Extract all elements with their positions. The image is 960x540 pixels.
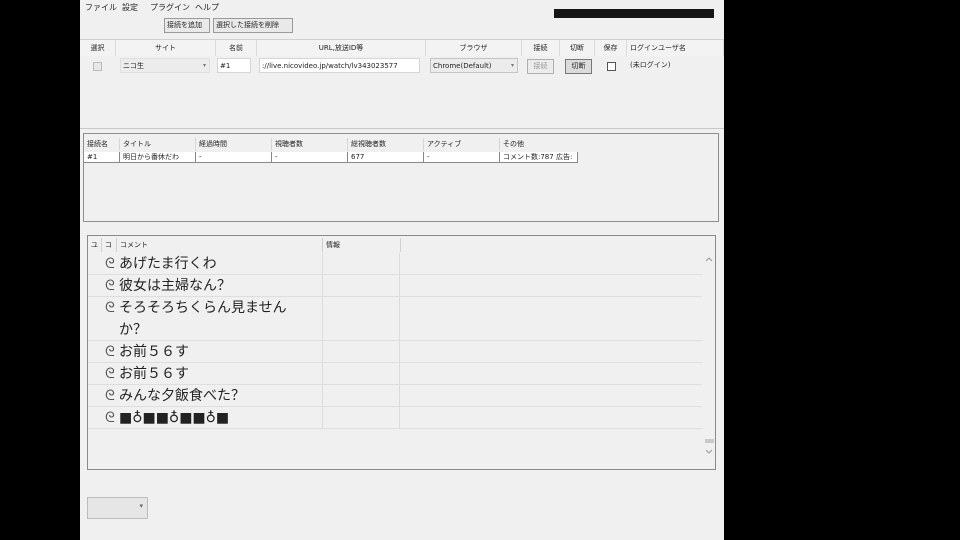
- col-header-disconnect[interactable]: 切断: [560, 40, 595, 56]
- menu-plugins[interactable]: プラグイン: [150, 2, 190, 14]
- comment-text: お前５６す: [119, 366, 189, 382]
- chevron-down-icon: ▾: [202, 62, 206, 69]
- col-header-url[interactable]: URL,放送ID等: [257, 40, 426, 56]
- comment-user-icon: ᘓ: [105, 388, 115, 404]
- comment-info-cell: [322, 363, 400, 384]
- scroll-thumb[interactable]: [705, 439, 714, 443]
- comment-row[interactable]: ᘓ みんな夕飯食べた？: [88, 385, 702, 407]
- col-header-connect[interactable]: 接続: [522, 40, 560, 56]
- comment-info-cell: [322, 341, 400, 362]
- comment-row[interactable]: ᘓ 彼女は主婦なん？: [88, 275, 702, 297]
- scrollbar-graphic: [705, 257, 714, 454]
- comment-header-co[interactable]: コ: [102, 238, 117, 252]
- info-cell-viewers: -: [272, 152, 348, 163]
- app-window: ファイル 設定 プラグイン ヘルプ 接続を追加 選択した接続を削除 選択 サイト…: [80, 0, 724, 540]
- comment-scrollbar[interactable]: [703, 254, 715, 469]
- info-header-total-viewers[interactable]: 総視聴者数: [348, 138, 424, 151]
- browser-value: Chrome(Default): [433, 62, 492, 70]
- menu-settings[interactable]: 設定: [122, 2, 138, 14]
- up-arrow-icon[interactable]: [705, 257, 713, 262]
- comment-header-info[interactable]: 情報: [323, 238, 401, 252]
- comment-user-icon: ᘓ: [105, 300, 115, 316]
- connection-grid: 選択 サイト 名前 URL,放送ID等 ブラウザ 接続 切断 保存 ログインユー…: [80, 39, 724, 129]
- comment-text: そろそろちくらん見ませんか？: [119, 300, 287, 338]
- comment-text: あげたま行くわ: [119, 256, 217, 272]
- down-arrow-icon[interactable]: [705, 449, 713, 454]
- comment-grid: ユ コ コメント 情報 ᘓ あげたま行くわ ᘓ 彼女は主婦なん？ ᘓ そろそろち…: [87, 235, 716, 470]
- menu-help[interactable]: ヘルプ: [195, 2, 219, 14]
- comment-user-icon: ᘓ: [105, 344, 115, 360]
- info-header-active[interactable]: アクティブ: [424, 138, 500, 151]
- chevron-down-icon: ▾: [510, 62, 514, 69]
- comment-text: 彼女は主婦なん？: [119, 278, 231, 294]
- col-header-login-user[interactable]: ログインユーザ名: [627, 40, 724, 56]
- disconnect-button[interactable]: 切断: [565, 59, 592, 74]
- comment-header-user[interactable]: ユ: [88, 238, 102, 252]
- comment-user-icon: ᘓ: [105, 366, 115, 382]
- login-user-value: (未ログイン): [630, 61, 671, 69]
- comment-text: みんな夕飯食べた？: [119, 388, 245, 404]
- col-header-name[interactable]: 名前: [216, 40, 257, 56]
- comment-user-icon: ᘓ: [105, 410, 115, 426]
- info-header-title[interactable]: タイトル: [120, 138, 196, 151]
- select-checkbox[interactable]: [93, 62, 102, 71]
- comment-user-icon: ᘓ: [105, 278, 115, 294]
- info-cell-total-viewers: 677: [348, 152, 424, 163]
- comment-text: ■♁■■♁■■♁■: [119, 410, 230, 426]
- comment-row[interactable]: ᘓ あげたま行くわ: [88, 253, 702, 275]
- connection-name-input[interactable]: #1: [217, 58, 251, 73]
- comment-row[interactable]: ᘓ ■♁■■♁■■♁■: [88, 407, 702, 429]
- bottom-dropdown[interactable]: ▾: [87, 497, 148, 519]
- comment-text: お前５６す: [119, 344, 189, 360]
- comment-info-cell: [322, 275, 400, 296]
- add-connection-button[interactable]: 接続を追加: [164, 18, 210, 33]
- url-input[interactable]: ://live.nicovideo.jp/watch/lv343023577: [259, 58, 420, 73]
- col-header-save[interactable]: 保存: [595, 40, 627, 56]
- info-cell-elapsed: -: [196, 152, 272, 163]
- info-header-connection-name[interactable]: 接続名: [84, 138, 120, 151]
- info-header-viewers[interactable]: 視聴者数: [272, 138, 348, 151]
- comment-info-cell: [322, 253, 400, 274]
- info-cell-active: -: [424, 152, 500, 163]
- comment-user-icon: ᘓ: [105, 256, 115, 272]
- comment-info-cell: [322, 297, 400, 340]
- info-grid: 接続名 タイトル 経過時間 視聴者数 総視聴者数 アクティブ その他 #1 明日…: [83, 133, 719, 222]
- save-checkbox[interactable]: [607, 62, 616, 71]
- info-header-other[interactable]: その他: [500, 138, 710, 151]
- info-cell-title: 明日から番休だわ: [120, 152, 196, 163]
- info-cell-other: コメント数:787 広告:: [500, 152, 578, 163]
- menu-file[interactable]: ファイル: [85, 2, 117, 14]
- chevron-down-icon: ▾: [139, 502, 143, 510]
- connect-button[interactable]: 接続: [527, 59, 554, 74]
- browser-combo[interactable]: Chrome(Default) ▾: [430, 58, 518, 73]
- site-combo[interactable]: ニコ生 ▾: [120, 58, 210, 73]
- remove-connection-button[interactable]: 選択した接続を削除: [213, 18, 293, 33]
- comment-info-cell: [322, 385, 400, 406]
- col-header-select[interactable]: 選択: [80, 40, 116, 56]
- comment-row[interactable]: ᘓ お前５６す: [88, 341, 702, 363]
- info-header-elapsed[interactable]: 経過時間: [196, 138, 272, 151]
- progress-bar: [554, 9, 714, 18]
- comment-header-comment[interactable]: コメント: [117, 238, 323, 252]
- col-header-browser[interactable]: ブラウザ: [426, 40, 522, 56]
- comment-info-cell: [322, 407, 400, 428]
- info-cell-connection-name: #1: [84, 152, 120, 163]
- comment-row[interactable]: ᘓ お前５６す: [88, 363, 702, 385]
- col-header-site[interactable]: サイト: [116, 40, 216, 56]
- site-value: ニコ生: [123, 62, 144, 70]
- comment-row[interactable]: ᘓ そろそろちくらん見ませんか？: [88, 297, 702, 341]
